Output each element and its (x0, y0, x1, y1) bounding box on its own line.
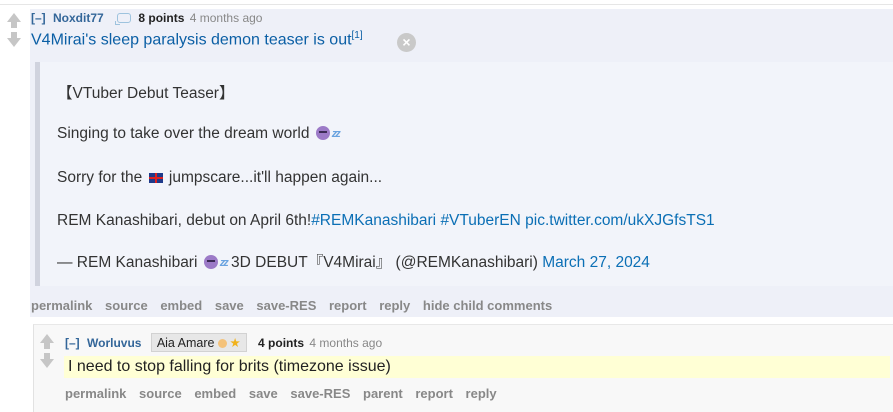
uk-flag-icon (148, 173, 163, 183)
purple-face-emoji-icon (203, 255, 218, 269)
collapse-toggle[interactable]: [–] (31, 11, 46, 25)
post-title-link[interactable]: V4Mirai's sleep paralysis demon teaser i… (31, 30, 363, 49)
embed-button[interactable]: embed (160, 298, 202, 313)
footnote-link[interactable]: [1] (352, 30, 363, 41)
quote-line-3: Sorry for the jumpscare...it'll happen a… (57, 169, 382, 187)
timestamp[interactable]: 4 months ago (190, 11, 263, 25)
save-res-button[interactable]: save-RES (290, 386, 350, 401)
upvote-arrow-icon[interactable] (40, 334, 54, 349)
parent-button[interactable]: parent (363, 386, 403, 401)
permalink-button[interactable]: permalink (31, 298, 92, 313)
timestamp[interactable]: 4 months ago (309, 336, 382, 350)
post-title-text[interactable]: V4Mirai's sleep paralysis demon teaser i… (31, 31, 352, 48)
collapse-toggle[interactable]: [–] (65, 336, 80, 350)
flair-face-icon (218, 339, 228, 348)
report-button[interactable]: report (415, 386, 453, 401)
flair-star-icon: ★ (229, 336, 241, 350)
save-button[interactable]: save (249, 386, 278, 401)
comment-bubble-icon (115, 13, 132, 25)
quote-line-2: Singing to take over the dream world zz (57, 125, 341, 143)
downvote-arrow-icon[interactable] (40, 353, 54, 368)
report-button[interactable]: report (329, 298, 367, 313)
source-button[interactable]: source (105, 298, 148, 313)
sleep-zz-emoji-icon: zz (219, 257, 229, 269)
save-button[interactable]: save (215, 298, 244, 313)
sleep-zz-emoji-icon: zz (331, 128, 341, 140)
upvote-arrow-icon[interactable] (7, 13, 21, 28)
author-link[interactable]: Noxdit77 (53, 11, 104, 25)
embed-button[interactable]: embed (194, 386, 236, 401)
tweet-author-handle: 3D DEBUT『V4Mirai』 (@REMKanashibari) (231, 254, 538, 271)
save-res-button[interactable]: save-RES (256, 298, 316, 313)
twitter-pic-link[interactable]: pic.twitter.com/ukXJGfsTS1 (525, 212, 715, 229)
tweet-date-link[interactable]: March 27, 2024 (542, 254, 650, 271)
source-button[interactable]: source (139, 386, 182, 401)
tweet-author-prefix: — REM Kanashibari (57, 254, 198, 271)
quote-line-1: 【VTuber Debut Teaser】 (57, 85, 235, 102)
quote-line-3-after: jumpscare...it'll happen again... (168, 169, 383, 186)
child-comment-tagline: [–] Worluvus Aia Amare ★ 4 points 4 month… (65, 333, 382, 352)
reply-button[interactable]: reply (466, 386, 497, 401)
permalink-button[interactable]: permalink (65, 386, 126, 401)
child-comment-buttons: permalink source embed save save-RES par… (65, 386, 506, 401)
reply-button[interactable]: reply (379, 298, 410, 313)
author-link[interactable]: Worluvus (87, 336, 141, 350)
close-icon[interactable]: × (397, 33, 416, 52)
score: 4 points (258, 336, 305, 350)
hide-child-comments-button[interactable]: hide child comments (423, 298, 552, 313)
quote-line-4-text: REM Kanashibari, debut on April 6th! (57, 212, 312, 229)
downvote-arrow-icon[interactable] (7, 32, 21, 47)
quote-line-3-before: Sorry for the (57, 169, 143, 186)
purple-face-emoji-icon (315, 126, 330, 140)
user-flair-text: Aia Amare (156, 336, 215, 350)
quote-line-5: — REM Kanashibari zz 3D DEBUT『V4Mirai』 (… (57, 250, 650, 272)
top-divider (0, 4, 893, 5)
hashtag-link-rem[interactable]: #REMKanashibari (311, 212, 436, 229)
child-comment-body: I need to stop falling for brits (timezo… (68, 358, 391, 375)
hashtag-link-vtuberen[interactable]: #VTuberEN (440, 212, 520, 229)
main-comment-buttons: permalink source embed save save-RES rep… (31, 298, 561, 313)
main-comment-tagline: [–] Noxdit77 8 points 4 months ago (31, 11, 262, 25)
score: 8 points (138, 11, 185, 25)
quote-line-2-text: Singing to take over the dream world (57, 125, 310, 142)
quote-line-4: REM Kanashibari, debut on April 6th!#REM… (57, 212, 715, 230)
user-flair: Aia Amare ★ (150, 333, 247, 352)
